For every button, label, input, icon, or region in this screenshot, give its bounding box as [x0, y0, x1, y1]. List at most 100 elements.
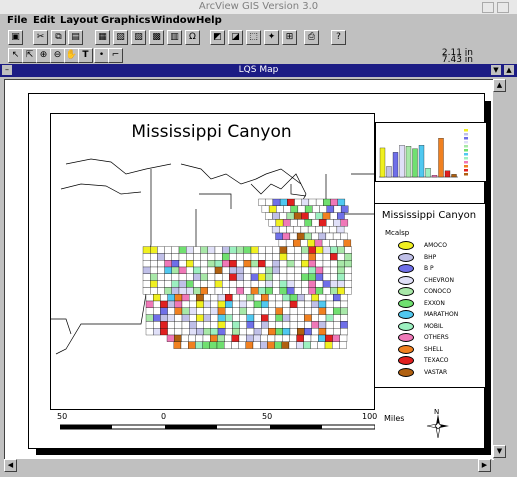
- layout-icon[interactable]: ▦: [95, 30, 110, 45]
- pointer-icon[interactable]: ↖: [8, 48, 23, 63]
- zoom-fit-icon[interactable]: ✦: [264, 30, 279, 45]
- horizontal-scrollbar[interactable]: ◀ ▶: [4, 459, 492, 472]
- lease-block: [167, 300, 175, 308]
- maximize-button[interactable]: [497, 2, 509, 13]
- lease-block: [272, 287, 280, 295]
- scroll-right-icon[interactable]: ▶: [478, 459, 491, 472]
- scroll-up-icon[interactable]: ▲: [493, 79, 506, 92]
- lease-block: [222, 246, 230, 254]
- paste-icon[interactable]: ▤: [68, 30, 83, 45]
- lease-block: [222, 266, 230, 274]
- lease-block: [250, 287, 259, 295]
- menu-edit[interactable]: Edit: [33, 15, 55, 26]
- lease-block: [272, 253, 280, 261]
- line-tool-icon[interactable]: ⌐: [108, 48, 123, 63]
- grid-icon[interactable]: ⬚: [246, 30, 261, 45]
- legend-swatch: [398, 344, 414, 354]
- doc-maximize-button[interactable]: ▲: [504, 65, 514, 75]
- minimize-button[interactable]: [482, 2, 494, 13]
- bar-chart: [379, 129, 468, 178]
- lease-block: [196, 300, 204, 308]
- help-icon[interactable]: ?: [331, 30, 346, 45]
- lease-block: [326, 219, 334, 227]
- lease-block: [239, 314, 247, 322]
- template-icon[interactable]: ◪: [228, 30, 243, 45]
- pan-icon[interactable]: ✋: [64, 48, 79, 63]
- lease-block: [322, 226, 330, 234]
- menu-layout[interactable]: Layout: [60, 15, 98, 26]
- print-icon[interactable]: ⎙: [304, 30, 319, 45]
- lease-block: [272, 212, 280, 220]
- vertex-edit-icon[interactable]: ⇱: [22, 48, 37, 63]
- lease-block: [207, 266, 216, 274]
- chart-frame[interactable]: [375, 122, 487, 182]
- picture-frame-icon[interactable]: ◩: [210, 30, 225, 45]
- lease-block: [186, 273, 194, 281]
- lease-block: [178, 266, 187, 274]
- lease-block: [272, 273, 280, 281]
- lease-block: [195, 341, 203, 349]
- zoom-in-icon[interactable]: ⊕: [36, 48, 51, 63]
- lease-block: [189, 328, 197, 336]
- window-title: ArcView GIS Version 3.0: [198, 1, 319, 12]
- lease-block: [311, 314, 319, 322]
- frame-icon[interactable]: ▧: [113, 30, 128, 45]
- menu-file[interactable]: File: [7, 15, 27, 26]
- lease-block: [225, 300, 233, 308]
- lease-block: [210, 300, 219, 308]
- lease-block: [286, 212, 295, 220]
- copy-icon[interactable]: ⧉: [51, 30, 66, 45]
- scroll-down-icon[interactable]: ▼: [493, 445, 506, 458]
- lease-block: [265, 287, 273, 295]
- lease-block: [337, 266, 345, 274]
- legend-label: EXXON: [424, 299, 445, 307]
- lease-block: [337, 212, 345, 220]
- lease-block: [301, 198, 310, 206]
- lease-block: [344, 260, 352, 268]
- lease-block: [246, 294, 255, 302]
- lease-block: [225, 294, 233, 302]
- legend-swatch: [398, 287, 414, 296]
- lease-block: [253, 294, 262, 302]
- lease-block: [142, 260, 151, 268]
- lease-block: [304, 219, 313, 227]
- lease-block: [279, 280, 288, 288]
- lease-block: [279, 287, 288, 295]
- lease-block: [150, 253, 158, 261]
- extent-icon[interactable]: ⊞: [282, 30, 297, 45]
- north-arrow-icon[interactable]: Ω: [185, 30, 200, 45]
- legend-frame-icon[interactable]: ▩: [149, 30, 164, 45]
- menu-graphics[interactable]: Graphics: [101, 15, 150, 26]
- zoom-out-icon[interactable]: ⊖: [50, 48, 65, 63]
- scroll-left-icon[interactable]: ◀: [4, 459, 17, 472]
- lease-block: [325, 294, 334, 302]
- scale-frame-icon[interactable]: ▥: [167, 30, 182, 45]
- doc-minimize-button[interactable]: ▼: [491, 65, 501, 75]
- lease-block: [236, 266, 244, 274]
- lease-block: [202, 334, 211, 342]
- text-tool-icon[interactable]: T: [78, 48, 93, 63]
- cut-icon[interactable]: ✂: [33, 30, 48, 45]
- lease-block: [260, 341, 268, 349]
- map-frame[interactable]: [50, 113, 375, 410]
- point-tool-icon[interactable]: •: [94, 48, 109, 63]
- lease-block: [203, 314, 211, 322]
- lease-block: [189, 300, 197, 308]
- lease-block: [340, 328, 348, 336]
- lease-block: [203, 294, 211, 302]
- lease-block: [150, 246, 158, 254]
- lease-block: [210, 314, 219, 322]
- chart-frame-icon[interactable]: ▨: [131, 30, 146, 45]
- save-icon[interactable]: ▣: [8, 30, 23, 45]
- menu-window[interactable]: Window: [151, 15, 196, 26]
- lease-block: [210, 307, 219, 315]
- menu-help[interactable]: Help: [196, 15, 222, 26]
- lease-block: [232, 294, 240, 302]
- lease-block: [337, 287, 345, 295]
- lease-block: [225, 321, 233, 329]
- lease-block: [145, 321, 154, 329]
- lease-block: [207, 246, 216, 254]
- lease-block: [250, 253, 259, 261]
- vertical-scrollbar[interactable]: ▲ ▼: [493, 79, 506, 459]
- lease-block: [336, 226, 345, 234]
